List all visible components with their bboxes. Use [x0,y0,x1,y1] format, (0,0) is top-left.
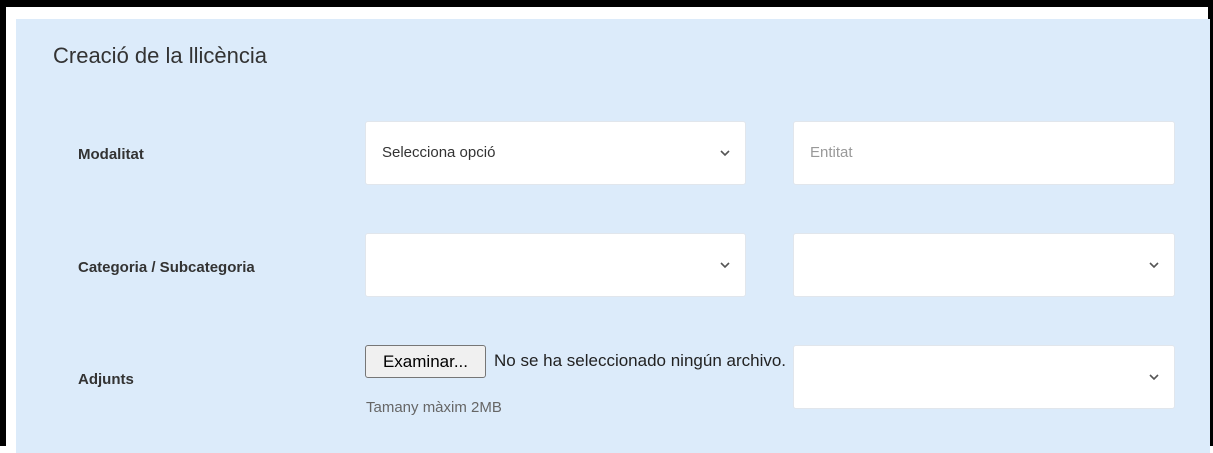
file-browse-button[interactable]: Examinar... [365,345,486,378]
modalitat-label: Modalitat [78,146,144,163]
chevron-down-icon [720,150,730,157]
chevron-down-icon [1149,262,1159,269]
chevron-down-icon [720,262,730,269]
adjunts-label: Adjunts [78,371,134,388]
categoria-label: Categoria / Subcategoria [78,259,255,276]
modalitat-select-value: Selecciona opció [382,144,496,161]
modalitat-select[interactable]: Selecciona opció [365,121,746,185]
chevron-down-icon [1149,374,1159,381]
adjunts-type-select[interactable] [793,345,1175,409]
entitat-input[interactable]: Entitat [793,121,1175,185]
entitat-input-placeholder: Entitat [810,144,853,161]
file-status-text: No se ha seleccionado ningún archivo. [494,351,787,370]
categoria-select[interactable] [365,233,746,297]
file-size-hint: Tamany màxim 2MB [366,399,502,416]
page-title: Creació de la llicència [53,43,267,68]
subcategoria-select[interactable] [793,233,1175,297]
